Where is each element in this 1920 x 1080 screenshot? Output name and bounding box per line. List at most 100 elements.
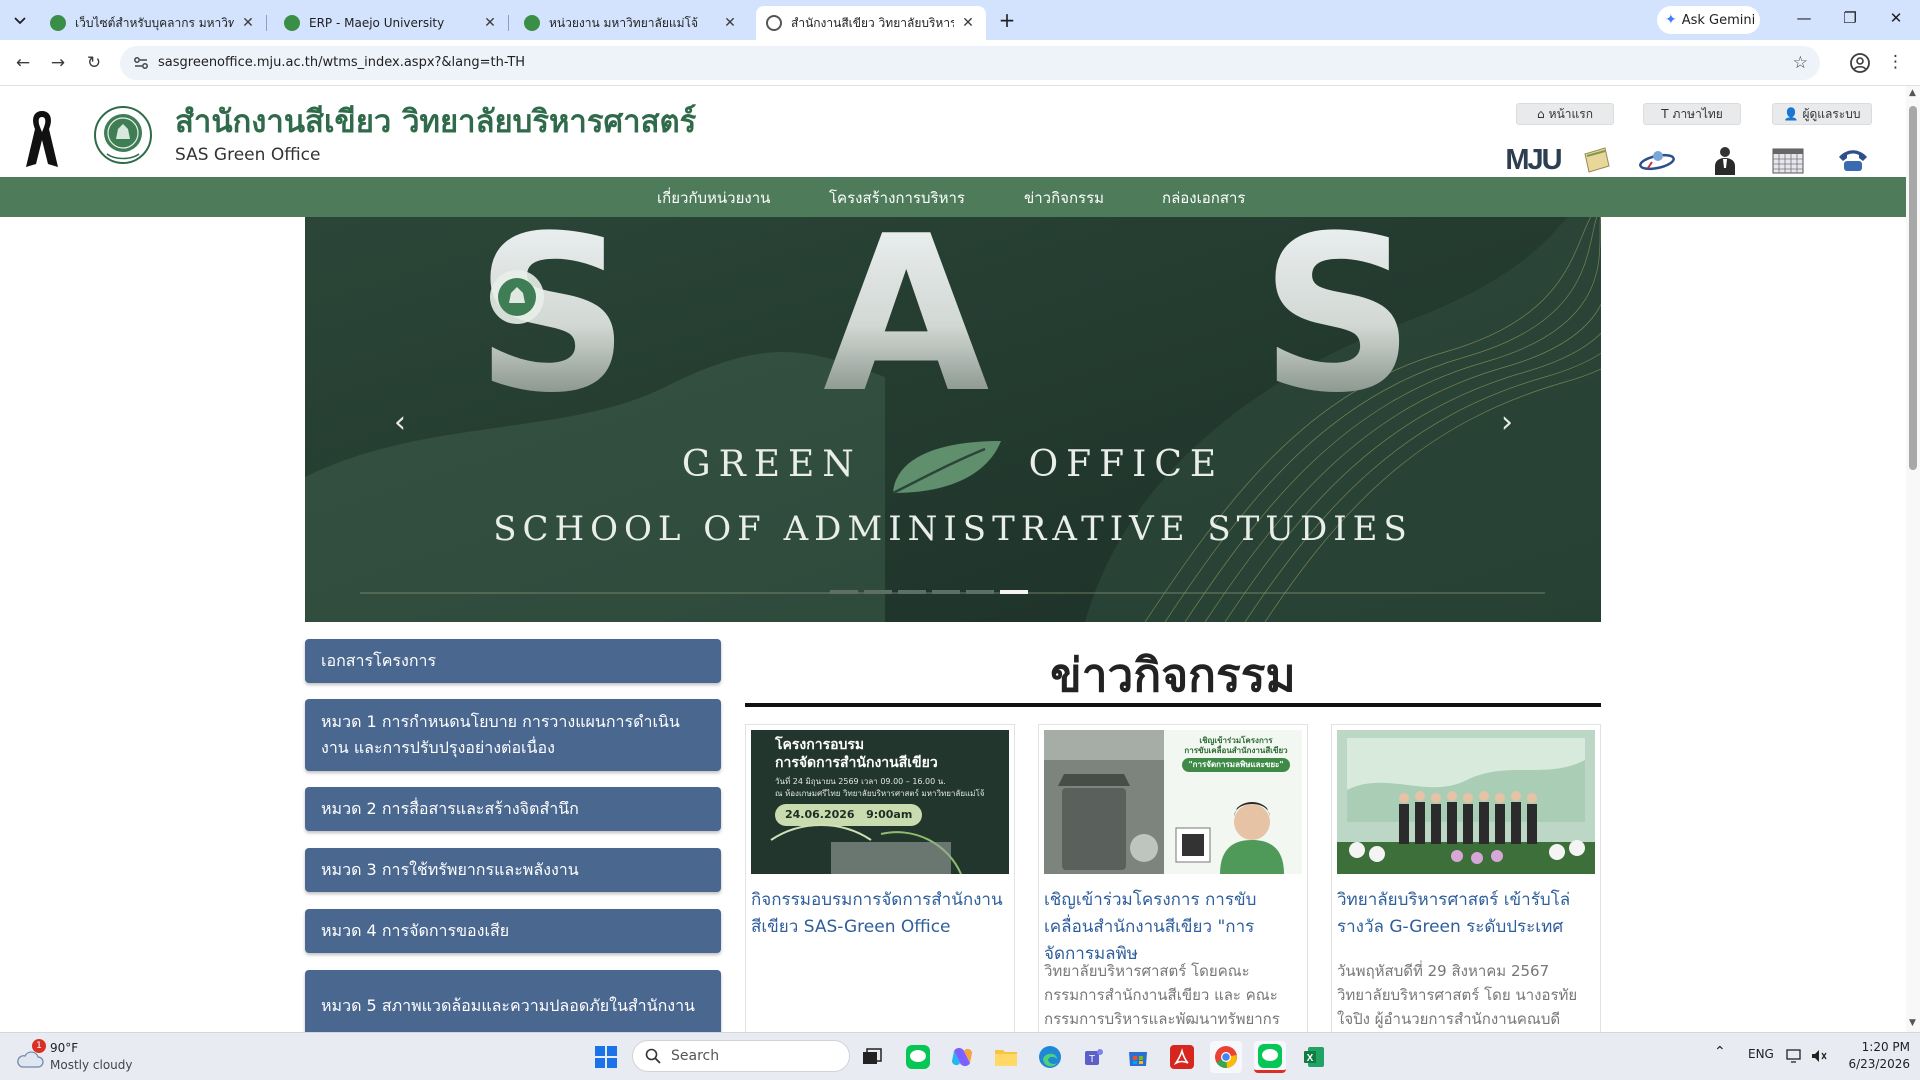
phone-icon[interactable]	[1833, 144, 1873, 176]
news-card-description: วิทยาลัยบริหารศาสตร์ โดยคณะกรรมการสำนักง…	[1044, 962, 1280, 1028]
svg-text:X: X	[1307, 1053, 1314, 1064]
close-tab-icon[interactable]: ✕	[482, 15, 498, 31]
home-button-label: หน้าแรก	[1548, 106, 1593, 121]
new-tab-button[interactable]: +	[996, 10, 1018, 32]
banner-letter-a: A	[823, 217, 989, 422]
teams-icon[interactable]: T	[1078, 1041, 1110, 1073]
mourning-ribbon-icon	[26, 111, 58, 167]
university-seal-logo	[94, 106, 152, 164]
language-button[interactable]: T ภาษาไทย	[1643, 103, 1741, 125]
sidebar-item-category-3[interactable]: หมวด 3 การใช้ทรัพยากรและพลังงาน	[305, 848, 721, 892]
close-tab-icon[interactable]: ✕	[722, 15, 738, 31]
browser-tab[interactable]: หน่วยงาน มหาวิทยาลัยแม่โจ้ ✕	[514, 6, 748, 40]
forward-button[interactable]: →	[47, 52, 69, 74]
news-card-title[interactable]: วิทยาลัยบริหารศาสตร์ เข้ารับโล่รางวัล G-…	[1337, 887, 1597, 941]
line-icon[interactable]	[902, 1041, 934, 1073]
nav-item-news[interactable]: ข่าวกิจกรรม	[1024, 186, 1104, 210]
satellite-icon[interactable]	[1637, 144, 1677, 176]
acrobat-icon[interactable]	[1166, 1041, 1198, 1073]
tab-search-icon[interactable]	[6, 8, 34, 34]
bookmark-star-icon[interactable]: ☆	[1793, 53, 1808, 73]
news-card[interactable]: เชิญเข้าร่วมโครงการ การขับเคลื่อนสำนักงา…	[1038, 724, 1308, 1032]
site-info-icon[interactable]	[132, 54, 150, 72]
document-icon[interactable]	[1577, 144, 1617, 176]
close-tab-icon[interactable]: ✕	[240, 15, 256, 31]
copilot-icon[interactable]	[946, 1041, 978, 1073]
browser-menu-icon[interactable]: ⋮	[1887, 52, 1904, 72]
web-page: สำนักงานสีเขียว วิทยาลัยบริหารศาสตร์ SAS…	[0, 86, 1906, 1032]
globe-favicon-icon	[766, 15, 782, 31]
news-card[interactable]: วิทยาลัยบริหารศาสตร์ เข้ารับโล่รางวัล G-…	[1331, 724, 1601, 1032]
browser-tab-title: เว็บไซต์สำหรับบุคลากร มหาวิทยาลัยแม่โจ้	[75, 15, 234, 30]
leaf-icon	[892, 441, 1002, 495]
carousel-dot[interactable]	[966, 590, 994, 594]
carousel-dot[interactable]	[830, 590, 858, 594]
edge-icon[interactable]	[1034, 1041, 1066, 1073]
task-view-icon[interactable]	[856, 1041, 888, 1073]
browser-tab[interactable]: ERP - Maejo University ✕	[274, 6, 509, 40]
browser-toolbar: ← → ↻ sasgreenoffice.mju.ac.th/wtms_inde…	[0, 40, 1920, 86]
scroll-down-icon[interactable]: ▼	[1909, 1018, 1916, 1028]
weather-widget[interactable]: 1 90°F Mostly cloudy	[16, 1039, 176, 1075]
scrollbar-thumb[interactable]	[1909, 106, 1917, 470]
mju-logo-icon[interactable]: MJU	[1505, 144, 1562, 176]
banner-green-text: GREEN	[681, 444, 862, 485]
excel-icon[interactable]: X	[1298, 1041, 1330, 1073]
banner-letter-s2: S	[1260, 217, 1415, 422]
browser-tab-active[interactable]: สำนักงานสีเขียว วิทยาลัยบริหารศาสตร์ ✕	[756, 6, 986, 40]
close-tab-icon[interactable]: ✕	[960, 15, 976, 31]
sidebar-item-project-docs[interactable]: เอกสารโครงการ	[305, 639, 721, 683]
news-card[interactable]: โครงการอบรม การจัดการสำนักงานสีเขียว วัน…	[745, 724, 1015, 1032]
windows-taskbar: 1 90°F Mostly cloudy Search T X ⌃ ENG 1:…	[0, 1032, 1920, 1080]
carousel-dot[interactable]	[932, 590, 960, 594]
calendar-icon[interactable]	[1768, 144, 1808, 176]
nav-item-documents[interactable]: กล่องเอกสาร	[1162, 186, 1245, 210]
sidebar-item-category-2[interactable]: หมวด 2 การสื่อสารและสร้างจิตสำนึก	[305, 787, 721, 831]
scroll-up-icon[interactable]: ▲	[1909, 88, 1916, 98]
restore-button[interactable]: ❐	[1838, 9, 1862, 31]
news-card-image[interactable]: โครงการอบรม การจัดการสำนักงานสีเขียว วัน…	[751, 730, 1009, 874]
person-icon[interactable]	[1705, 144, 1745, 176]
banner-office-text: OFFICE	[1028, 444, 1225, 485]
address-bar[interactable]: sasgreenoffice.mju.ac.th/wtms_index.aspx…	[120, 46, 1820, 80]
browser-tab[interactable]: เว็บไซต์สำหรับบุคลากร มหาวิทยาลัยแม่โจ้ …	[40, 6, 267, 40]
news-card-title[interactable]: กิจกรรมอบรมการจัดการสำนักงานสีเขียว SAS-…	[751, 887, 1011, 941]
home-button[interactable]: ⌂ หน้าแรก	[1516, 103, 1614, 125]
card-image-subtitle: การขับเคลื่อนสำนักงานสีเขียว	[1184, 746, 1288, 755]
news-card-image[interactable]: เชิญเข้าร่วมโครงการ การขับเคลื่อนสำนักงา…	[1044, 730, 1302, 874]
card-image-photo	[1337, 730, 1595, 874]
file-explorer-icon[interactable]	[990, 1041, 1022, 1073]
sidebar-item-category-4[interactable]: หมวด 4 การจัดการของเสีย	[305, 909, 721, 953]
taskbar-search-input[interactable]: Search	[632, 1040, 850, 1072]
back-button[interactable]: ←	[12, 52, 34, 74]
admin-login-button[interactable]: 👤 ผู้ดูแลระบบ	[1772, 103, 1872, 125]
profile-icon[interactable]	[1848, 51, 1872, 75]
page-scrollbar[interactable]: ▲ ▼	[1906, 86, 1920, 1032]
svg-text:T: T	[1089, 1054, 1095, 1065]
sidebar-item-category-1[interactable]: หมวด 1 การกำหนดนโยบาย การวางแผนการดำเนิน…	[305, 699, 721, 771]
reload-button[interactable]: ↻	[83, 52, 105, 74]
system-clock[interactable]: 1:20 PM 6/23/2026	[1830, 1039, 1910, 1073]
volume-muted-icon[interactable]	[1810, 1048, 1828, 1064]
windows-start-icon[interactable]	[590, 1041, 622, 1073]
minimize-button[interactable]: —	[1792, 9, 1816, 31]
close-window-button[interactable]: ✕	[1884, 9, 1908, 31]
banner-seal-icon	[490, 270, 544, 324]
ask-gemini-button[interactable]: ✦ Ask Gemini	[1657, 6, 1760, 34]
carousel-dot-active[interactable]	[1000, 590, 1028, 594]
network-icon[interactable]	[1786, 1048, 1804, 1064]
news-card-image[interactable]	[1337, 730, 1595, 874]
sidebar-item-category-5[interactable]: หมวด 5 สภาพแวดล้อมและความปลอดภัยในสำนักง…	[305, 970, 721, 1032]
input-language[interactable]: ENG	[1748, 1047, 1774, 1061]
card-image-decoration	[770, 824, 962, 874]
carousel-dot[interactable]	[864, 590, 892, 594]
news-card-title[interactable]: เชิญเข้าร่วมโครงการ การขับเคลื่อนสำนักงา…	[1044, 887, 1304, 968]
store-icon[interactable]	[1122, 1041, 1154, 1073]
tray-chevron-up-icon[interactable]: ⌃	[1714, 1044, 1726, 1060]
nav-item-structure[interactable]: โครงสร้างการบริหาร	[829, 186, 965, 210]
nav-item-about[interactable]: เกี่ยวกับหน่วยงาน	[657, 186, 770, 210]
carousel-dot[interactable]	[898, 590, 926, 594]
line-icon[interactable]	[1254, 1041, 1286, 1073]
chrome-icon[interactable]	[1210, 1041, 1242, 1073]
gemini-sparkle-icon: ✦	[1665, 12, 1677, 28]
